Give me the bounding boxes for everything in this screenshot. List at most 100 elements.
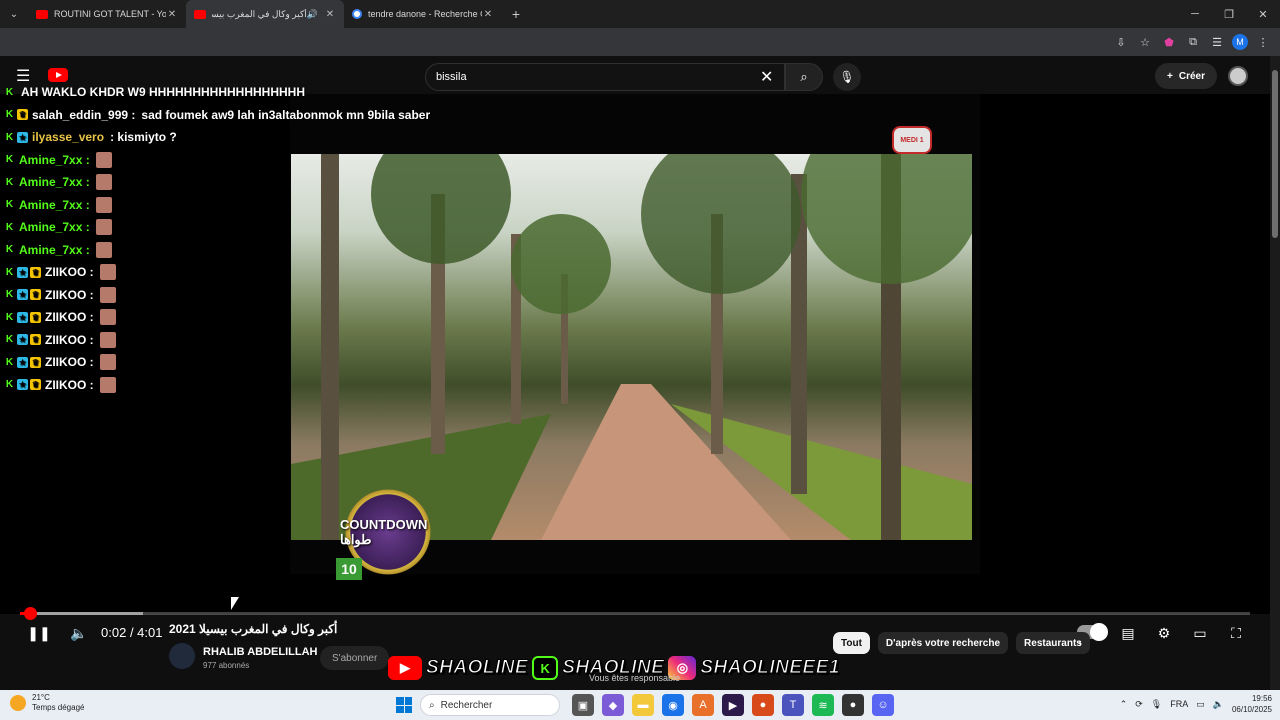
scrollbar-thumb[interactable] — [1272, 70, 1278, 238]
chat-username[interactable]: salah_eddin_999 : — [32, 108, 135, 122]
chat-username[interactable]: Amine_7xx : — [19, 153, 90, 167]
chat-message: K AH WAKLO KHDR W9 HHHHHHHHHHHHHHHHHH — [4, 82, 305, 102]
chevron-up-icon[interactable]: ⌃ — [1120, 699, 1128, 710]
time-current: 0:02 — [101, 625, 127, 640]
windows-start-icon[interactable] — [396, 697, 412, 713]
close-window-icon[interactable]: ✕ — [1246, 0, 1280, 28]
extension-shield-icon[interactable]: ⬟ — [1160, 33, 1178, 51]
teams-icon[interactable]: T — [782, 694, 804, 716]
network-icon[interactable]: ▭ — [1196, 699, 1205, 710]
task-view-icon[interactable]: ▣ — [572, 694, 594, 716]
chrome-icon[interactable]: ◉ — [662, 694, 684, 716]
chat-username[interactable]: Amine_7xx : — [19, 198, 90, 212]
copilot-icon[interactable]: ◆ — [602, 694, 624, 716]
pause-icon[interactable]: ❚❚ — [27, 622, 50, 644]
channel-avatar[interactable] — [169, 643, 195, 669]
chat-username[interactable]: ilyasse_vero — [32, 130, 104, 144]
maximize-icon[interactable]: ❐ — [1212, 0, 1246, 28]
chat-username[interactable]: ZIIKOO : — [45, 310, 94, 324]
progress-bar[interactable] — [20, 612, 1250, 615]
crown-badge-icon: ♛ — [30, 379, 41, 390]
chat-username[interactable]: ZIIKOO : — [45, 355, 94, 369]
star-badge-icon: ★ — [17, 266, 28, 278]
channel-name[interactable]: RHALIB ABDELILLAH — [203, 646, 317, 658]
chat-username[interactable]: ZIIKOO : — [45, 378, 94, 392]
close-icon[interactable]: ✕ — [324, 9, 336, 20]
fullscreen-icon[interactable]: ⛶ — [1225, 622, 1247, 644]
chat-emote-icon — [95, 174, 112, 190]
video-player[interactable]: MEDI 1 COUNTDOWN طواها 10 ❚❚ 🔈 0:02 / 4:… — [0, 94, 1270, 641]
progress-buffer — [20, 612, 143, 615]
chat-emote-icon — [95, 219, 112, 235]
spotify-icon[interactable]: ≋ — [812, 694, 834, 716]
kick-badge-icon: K — [5, 176, 14, 188]
menu-dots-icon[interactable]: ⋮ — [1254, 33, 1272, 51]
settings-gear-icon[interactable]: ⚙ — [1153, 622, 1175, 644]
new-tab-button[interactable]: + — [502, 6, 530, 22]
chat-emote-icon — [99, 354, 116, 370]
chat-username[interactable]: Amine_7xx : — [19, 243, 90, 257]
chat-username[interactable]: Amine_7xx : — [19, 220, 90, 234]
file-explorer-icon[interactable]: ▬ — [632, 694, 654, 716]
tab-search-icon[interactable]: ⌄ — [0, 0, 28, 28]
language-indicator[interactable]: FRA — [1170, 699, 1188, 709]
weather-widget[interactable]: 21°C Temps dégagé — [10, 693, 84, 713]
kick-badge-icon: K — [5, 356, 14, 368]
taskbar-search[interactable]: ⌕ Rechercher — [420, 694, 560, 716]
clock-date: 06/10/2025 — [1231, 705, 1272, 714]
firefox-icon[interactable]: ● — [752, 694, 774, 716]
profile-avatar[interactable]: M — [1232, 34, 1248, 50]
subscribe-button[interactable]: S'abonner — [320, 646, 390, 670]
chat-username[interactable]: ZIIKOO : — [45, 333, 94, 347]
tab-2[interactable]: tendre danone - Recherche Go ✕ — [344, 0, 502, 28]
install-app-icon[interactable]: ⇩ — [1112, 33, 1130, 51]
voice-search-button[interactable]: 🎙 — [833, 63, 861, 91]
minimize-icon[interactable]: ─ — [1178, 0, 1212, 28]
chat-emote-icon — [99, 309, 116, 325]
clear-search-icon[interactable]: ✕ — [760, 67, 773, 87]
app-recorder-icon[interactable]: ● — [842, 694, 864, 716]
chat-username[interactable]: ZIIKOO : — [45, 288, 94, 302]
chat-username[interactable]: Amine_7xx : — [19, 175, 90, 189]
speaker-icon[interactable]: 🔈 — [1213, 699, 1224, 710]
youtube-icon — [36, 9, 48, 19]
microphone-icon[interactable]: 🎙 — [1151, 699, 1162, 710]
chip-recherche[interactable]: D'après votre recherche — [877, 632, 1009, 654]
youtube-logo-icon[interactable] — [48, 68, 68, 82]
search-button[interactable]: ⌕ — [785, 63, 823, 91]
app-a-icon[interactable]: A — [692, 694, 714, 716]
sync-icon[interactable]: ⟳ — [1135, 699, 1143, 710]
close-icon[interactable]: ✕ — [482, 9, 494, 20]
chevron-right-icon[interactable]: › — [1078, 636, 1082, 650]
account-avatar[interactable] — [1228, 66, 1248, 86]
chip-tout[interactable]: Tout — [833, 632, 870, 654]
create-button[interactable]: + Créer — [1155, 63, 1217, 89]
kick-badge-icon: K — [5, 131, 14, 143]
media-control-icon[interactable]: ☰ — [1208, 33, 1226, 51]
extensions-puzzle-icon[interactable]: ⧉ — [1184, 33, 1202, 51]
taskbar-search-label: Rechercher — [440, 699, 493, 711]
page-scrollbar[interactable] — [1270, 56, 1280, 690]
scrubber-handle[interactable] — [24, 607, 38, 620]
kick-badge-icon: K — [5, 86, 14, 98]
discord-icon[interactable]: ☺ — [872, 694, 894, 716]
kick-badge-icon: K — [5, 334, 14, 345]
chat-emote-icon — [95, 151, 112, 168]
star-badge-icon: ★ — [17, 131, 28, 143]
volume-icon[interactable]: 🔈 — [68, 622, 90, 644]
tab-1[interactable]: أكبر وكال في المغرب بيسيلا 🔊 ✕ — [186, 0, 344, 28]
crown-badge-icon: ♛ — [17, 109, 28, 120]
chat-message: K ♛ salah_eddin_999 : sad foumek aw9 lah in… — [4, 105, 430, 125]
search-input[interactable]: bissila — [425, 63, 785, 91]
clock[interactable]: 19:56 06/10/2025 — [1232, 693, 1272, 715]
premiere-icon[interactable]: ▶ — [722, 694, 744, 716]
chat-text: sad foumek aw9 lah in3altabonmok mn 9bil… — [141, 107, 431, 122]
close-icon[interactable]: ✕ — [166, 9, 178, 20]
theater-mode-icon[interactable]: ▭ — [1189, 622, 1211, 644]
chat-username[interactable]: ZIIKOO : — [45, 265, 94, 279]
bookmark-star-icon[interactable]: ☆ — [1136, 33, 1154, 51]
kick-badge-icon: K — [5, 154, 14, 165]
subtitles-icon[interactable]: ▤ — [1117, 622, 1139, 644]
tab-0[interactable]: ROUTINI GOT TALENT - YouTub ✕ — [28, 0, 186, 28]
speaker-icon[interactable]: 🔊 — [307, 9, 318, 20]
